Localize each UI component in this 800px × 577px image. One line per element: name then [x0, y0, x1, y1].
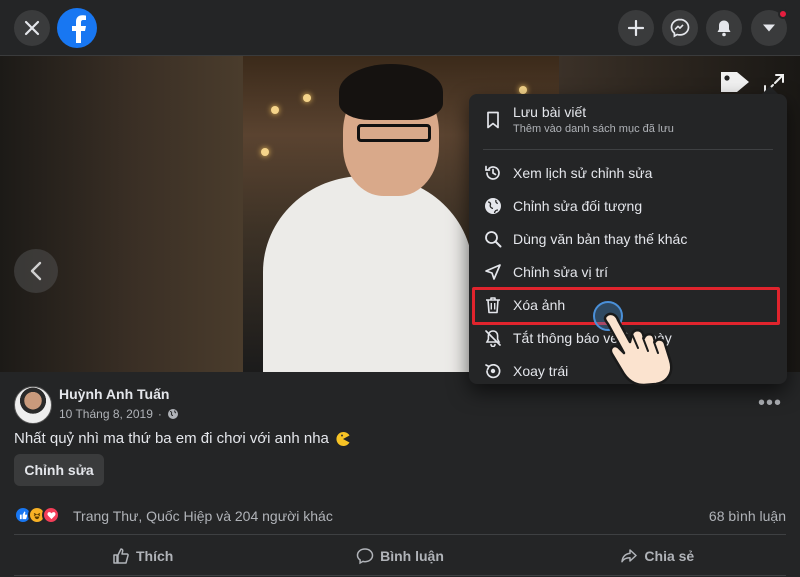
- post-caption: Nhất quỷ nhì ma thứ ba em đi chơi với an…: [14, 430, 351, 447]
- post-actions: Thích Bình luận Chia sẻ: [14, 538, 786, 574]
- reactions-summary[interactable]: Trang Thư, Quốc Hiệp và 204 người khác: [73, 508, 333, 524]
- messenger-icon: [670, 18, 690, 38]
- thumbs-up-icon: [113, 548, 129, 564]
- account-menu-button[interactable]: [751, 9, 788, 46]
- light-decoration: [303, 94, 311, 102]
- menu-item-save-post[interactable]: Lưu bài viết Thêm vào danh sách mục đã l…: [477, 104, 779, 135]
- search-icon: [483, 229, 503, 249]
- light-decoration: [519, 86, 527, 94]
- previous-photo-button[interactable]: [14, 249, 58, 293]
- share-button[interactable]: Chia sẻ: [529, 538, 786, 574]
- pacman-emoji-icon: [336, 431, 350, 446]
- bookmark-icon: [483, 110, 503, 130]
- menu-item-edit-audience[interactable]: Chỉnh sửa đối tượng: [477, 196, 779, 216]
- menu-item-sublabel: Thêm vào danh sách mục đã lưu: [513, 123, 674, 135]
- messenger-button[interactable]: [662, 10, 698, 46]
- comment-icon: [356, 548, 374, 565]
- notification-dot: [778, 9, 788, 19]
- bell-off-icon: [483, 328, 503, 348]
- menu-divider: [483, 149, 773, 150]
- menu-item-label: Dùng văn bản thay thế khác: [513, 231, 688, 247]
- menu-item-alt-text[interactable]: Dùng văn bản thay thế khác: [477, 229, 779, 249]
- love-reaction-icon: [42, 506, 60, 524]
- comment-label: Bình luận: [380, 548, 444, 564]
- close-icon: [24, 20, 40, 36]
- menu-item-edit-history[interactable]: Xem lịch sử chỉnh sửa: [477, 163, 779, 183]
- author-name[interactable]: Huỳnh Anh Tuấn: [59, 386, 169, 402]
- post-info-panel: Huỳnh Anh Tuấn 10 Tháng 8, 2019 · Nhất q…: [0, 372, 800, 577]
- photo-subject-shirt: [263, 176, 473, 372]
- menu-item-label: Xoay trái: [513, 363, 569, 379]
- heart-icon: [46, 511, 56, 519]
- divider: [14, 534, 786, 535]
- post-date[interactable]: 10 Tháng 8, 2019: [59, 407, 153, 421]
- create-button[interactable]: [618, 10, 654, 46]
- location-arrow-icon: [483, 262, 503, 282]
- tag-icon[interactable]: [718, 68, 752, 96]
- share-label: Chia sẻ: [644, 548, 695, 564]
- menu-item-label: Chỉnh sửa vị trí: [513, 264, 608, 280]
- photo-blur-left: [0, 56, 243, 372]
- globe-icon: [483, 196, 503, 216]
- light-decoration: [261, 148, 269, 156]
- facebook-f-icon: [72, 15, 86, 43]
- plus-icon: [628, 20, 644, 36]
- post-meta: 10 Tháng 8, 2019 ·: [59, 407, 179, 421]
- edit-post-button[interactable]: Chỉnh sửa: [14, 454, 104, 486]
- history-icon: [483, 163, 503, 183]
- facebook-logo[interactable]: [57, 8, 97, 48]
- divider: [14, 575, 786, 576]
- more-options-button[interactable]: •••: [758, 392, 782, 415]
- pointing-hand-icon: [593, 301, 673, 386]
- photo-subject-glasses: [357, 124, 431, 142]
- like-label: Thích: [135, 548, 174, 564]
- menu-item-label: Chỉnh sửa đối tượng: [513, 198, 643, 214]
- menu-item-label: Xem lịch sử chỉnh sửa: [513, 165, 653, 181]
- light-decoration: [271, 106, 279, 114]
- thumbs-up-icon: [19, 510, 27, 519]
- comment-button[interactable]: Bình luận: [271, 538, 528, 574]
- reaction-icons[interactable]: [14, 506, 60, 524]
- comments-count[interactable]: 68 bình luận: [709, 508, 786, 524]
- share-icon: [621, 549, 638, 563]
- like-button[interactable]: Thích: [14, 538, 271, 574]
- rotate-left-icon: [483, 361, 503, 381]
- menu-pointer: [762, 86, 778, 94]
- avatar[interactable]: [14, 386, 52, 424]
- menu-item-edit-location[interactable]: Chỉnh sửa vị trí: [477, 262, 779, 282]
- caption-text: Nhất quỷ nhì ma thứ ba em đi chơi với an…: [14, 430, 329, 447]
- bell-icon: [717, 20, 731, 37]
- chevron-left-icon: [30, 261, 42, 281]
- menu-item-label: Lưu bài viết: [513, 104, 587, 120]
- close-button[interactable]: [14, 10, 50, 46]
- save-post-text: Lưu bài viết Thêm vào danh sách mục đã l…: [513, 104, 674, 135]
- photo-subject-hair: [339, 64, 443, 120]
- laughing-face-icon: [33, 513, 41, 520]
- caret-down-icon: [763, 24, 775, 32]
- notifications-button[interactable]: [706, 10, 742, 46]
- globe-icon[interactable]: [167, 408, 179, 420]
- top-bar: [0, 0, 800, 56]
